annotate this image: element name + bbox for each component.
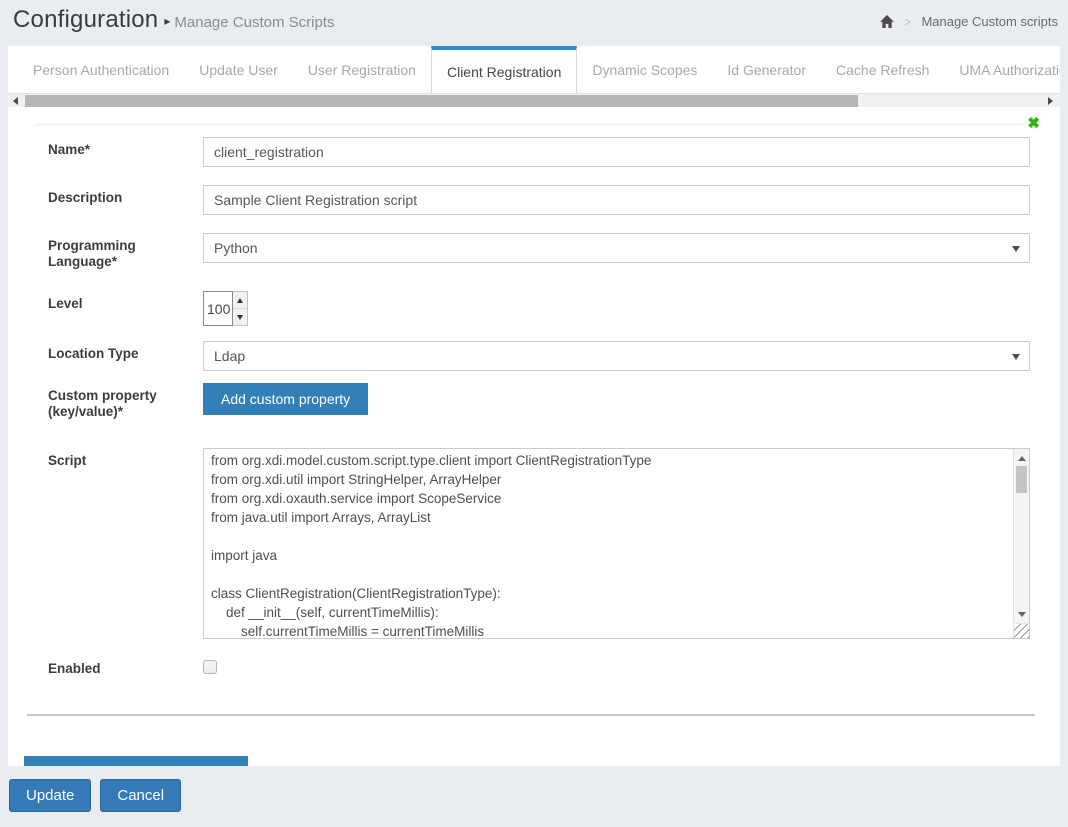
tab-update-user[interactable]: Update User: [184, 46, 293, 93]
programming-language-value: Python: [214, 240, 258, 256]
dropdown-arrow-icon: [1012, 354, 1020, 360]
name-label: Name*: [48, 137, 203, 167]
down-arrow-icon: [237, 315, 243, 320]
section-divider: [27, 714, 1035, 716]
level-row: Level: [48, 291, 1030, 326]
script-label: Script: [48, 448, 203, 639]
location-type-row: Location Type Ldap: [48, 341, 1030, 371]
tab-cache-refresh[interactable]: Cache Refresh: [821, 46, 944, 93]
breadcrumb-separator: >: [904, 15, 911, 29]
form-legend-row: ✖: [35, 115, 1040, 133]
spinner-up-button[interactable]: [233, 292, 247, 308]
horizontal-scrollbar-thumb[interactable]: [25, 95, 858, 107]
tab-uma-authorization-policies[interactable]: UMA Authorization Policies: [944, 46, 1060, 93]
breadcrumb: > Manage Custom scripts: [880, 14, 1058, 29]
textarea-resize-grip-icon[interactable]: [1013, 623, 1029, 638]
page-title: Configuration: [13, 6, 158, 33]
scrollbar-up-button[interactable]: [1014, 451, 1030, 465]
update-button[interactable]: Update: [9, 779, 91, 812]
enabled-row: Enabled: [48, 656, 1030, 679]
script-form: ✖ Name* Description Programming Language…: [8, 115, 1060, 679]
script-textarea[interactable]: from org.xdi.model.custom.script.type.cl…: [203, 448, 1030, 639]
script-vertical-scrollbar[interactable]: [1013, 449, 1029, 623]
vertical-scrollbar-thumb[interactable]: [1016, 466, 1027, 493]
level-input[interactable]: [203, 291, 233, 326]
up-arrow-icon: [237, 298, 243, 303]
level-label: Level: [48, 291, 203, 326]
tab-user-registration[interactable]: User Registration: [293, 46, 431, 93]
enabled-checkbox[interactable]: [203, 660, 217, 674]
down-arrow-icon: [1018, 612, 1026, 617]
up-arrow-icon: [1018, 456, 1026, 461]
content-panel: Person Authentication Update User User R…: [8, 46, 1060, 766]
description-input[interactable]: [203, 185, 1030, 215]
programming-language-select[interactable]: Python: [203, 233, 1030, 263]
page-header: Configuration ▸ Manage Custom Scripts > Ma…: [0, 0, 1068, 46]
description-row: Description: [48, 185, 1030, 215]
caret-icon: ▸: [164, 14, 170, 28]
custom-property-label: Custom property (key/value)*: [48, 383, 203, 420]
add-custom-script-configuration-button[interactable]: Add custom script configuration: [24, 756, 248, 766]
script-row: Script from org.xdi.model.custom.script.…: [48, 448, 1030, 639]
scroll-left-arrow-icon[interactable]: [13, 97, 18, 105]
name-input[interactable]: [203, 137, 1030, 167]
dropdown-arrow-icon: [1012, 246, 1020, 252]
tab-dynamic-scopes[interactable]: Dynamic Scopes: [577, 46, 712, 93]
name-row: Name*: [48, 137, 1030, 167]
programming-language-label: Programming Language*: [48, 233, 203, 270]
scrollbar-down-button[interactable]: [1014, 607, 1030, 621]
tab-id-generator[interactable]: Id Generator: [712, 46, 821, 93]
tab-person-authentication[interactable]: Person Authentication: [18, 46, 184, 93]
level-spinner: [203, 291, 1030, 326]
tab-client-registration[interactable]: Client Registration: [431, 46, 577, 93]
spinner-down-button[interactable]: [233, 308, 247, 325]
custom-property-row: Custom property (key/value)* Add custom …: [48, 383, 1030, 420]
cancel-button[interactable]: Cancel: [100, 779, 181, 812]
programming-language-row: Programming Language* Python: [48, 233, 1030, 270]
legend-divider: [35, 124, 1024, 125]
enabled-label: Enabled: [48, 656, 203, 679]
page-root: Configuration ▸ Manage Custom Scripts > Ma…: [0, 0, 1068, 827]
script-code[interactable]: from org.xdi.model.custom.script.type.cl…: [205, 449, 1013, 637]
tabs-horizontal-scrollbar[interactable]: [8, 93, 1060, 107]
tab-bar: Person Authentication Update User User R…: [8, 46, 1060, 93]
level-spinner-buttons: [233, 291, 248, 326]
page-title-wrap: Configuration ▸ Manage Custom Scripts: [13, 6, 334, 34]
location-type-label: Location Type: [48, 341, 203, 371]
location-type-select[interactable]: Ldap: [203, 341, 1030, 371]
home-icon[interactable]: [880, 15, 894, 28]
description-label: Description: [48, 185, 203, 215]
location-type-value: Ldap: [214, 348, 245, 364]
footer-actions: Update Cancel: [9, 779, 181, 812]
scroll-right-arrow-icon[interactable]: [1048, 97, 1053, 105]
breadcrumb-current: Manage Custom scripts: [921, 14, 1058, 29]
collapse-close-icon[interactable]: ✖: [1027, 117, 1040, 131]
page-subtitle: Manage Custom Scripts: [174, 14, 334, 31]
add-custom-property-button[interactable]: Add custom property: [203, 383, 368, 415]
